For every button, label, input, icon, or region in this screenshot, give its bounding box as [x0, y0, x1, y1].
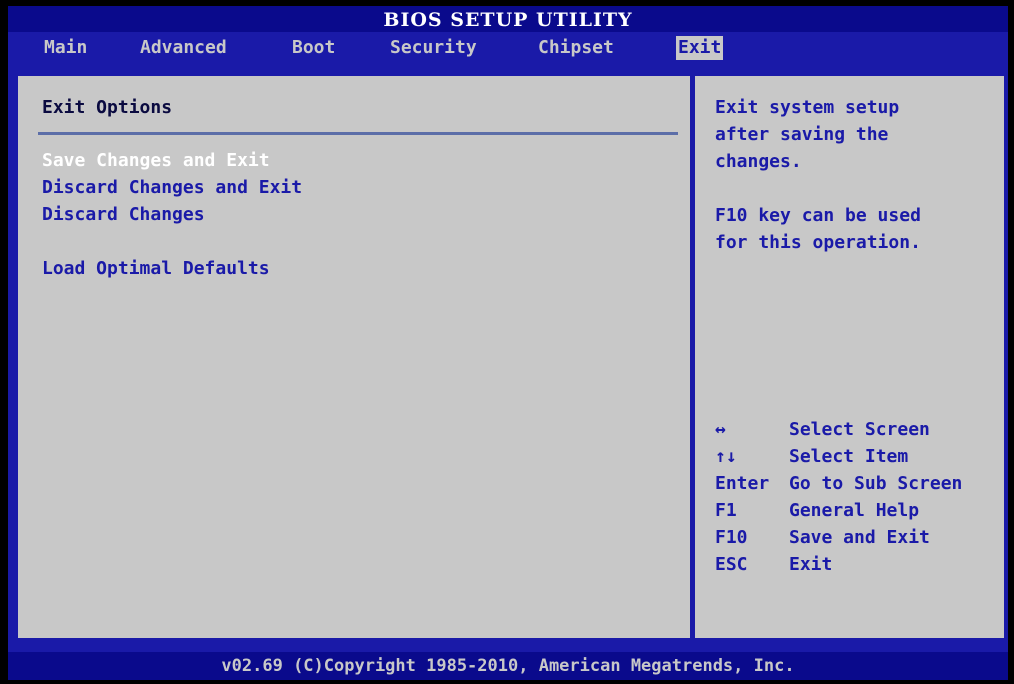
copyright-footer: v02.69 (C)Copyright 1985-2010, American …	[8, 652, 1008, 680]
main-area: Exit Options Save Changes and Exit Disca…	[16, 74, 1006, 640]
option-save-changes-and-exit[interactable]: Save Changes and Exit	[42, 148, 270, 174]
section-divider	[38, 132, 678, 135]
exit-options-panel: Exit Options Save Changes and Exit Disca…	[16, 74, 692, 640]
option-discard-changes[interactable]: Discard Changes	[42, 202, 205, 228]
tab-chipset[interactable]: Chipset	[536, 36, 616, 60]
key-label: F10	[715, 527, 748, 548]
option-load-optimal-defaults[interactable]: Load Optimal Defaults	[42, 256, 270, 282]
key-desc: Go to Sub Screen	[789, 473, 963, 494]
key-desc: Select Screen	[789, 419, 930, 440]
section-title: Exit Options	[42, 97, 173, 118]
option-discard-changes-and-exit[interactable]: Discard Changes and Exit	[42, 175, 302, 201]
tab-main[interactable]: Main	[42, 36, 89, 60]
key-legend: ↔ Select Screen ↑↓ Select Item Enter Go …	[715, 416, 1005, 578]
key-label: F1	[715, 500, 737, 521]
key-row: F1 General Help	[715, 497, 1005, 524]
bios-screen: BIOS SETUP UTILITY Main Advanced Boot Se…	[8, 6, 1008, 680]
key-row: Enter Go to Sub Screen	[715, 470, 1005, 497]
key-label: Enter	[715, 473, 770, 494]
tab-boot[interactable]: Boot	[290, 36, 337, 60]
window-title: BIOS SETUP UTILITY	[8, 6, 1008, 32]
key-label: ESC	[715, 554, 748, 575]
left-right-arrow-icon: ↔	[715, 419, 726, 440]
menu-bar: Main Advanced Boot Security Chipset Exit	[8, 32, 1008, 62]
help-note: F10 key can be used for this operation.	[715, 205, 921, 253]
key-row: ESC Exit	[715, 551, 1005, 578]
key-desc: Exit	[789, 554, 833, 575]
help-description: Exit system setup after saving the chang…	[715, 97, 900, 172]
help-panel: Exit system setup after saving the chang…	[692, 74, 1006, 640]
key-row: ↔ Select Screen	[715, 416, 1005, 443]
key-desc: Save and Exit	[789, 527, 930, 548]
key-desc: Select Item	[789, 446, 909, 467]
key-row: F10 Save and Exit	[715, 524, 1005, 551]
key-desc: General Help	[789, 500, 920, 521]
tab-advanced[interactable]: Advanced	[138, 36, 229, 60]
tab-security[interactable]: Security	[388, 36, 479, 60]
up-down-arrow-icon: ↑↓	[715, 446, 737, 467]
key-row: ↑↓ Select Item	[715, 443, 1005, 470]
tab-exit[interactable]: Exit	[676, 36, 724, 60]
